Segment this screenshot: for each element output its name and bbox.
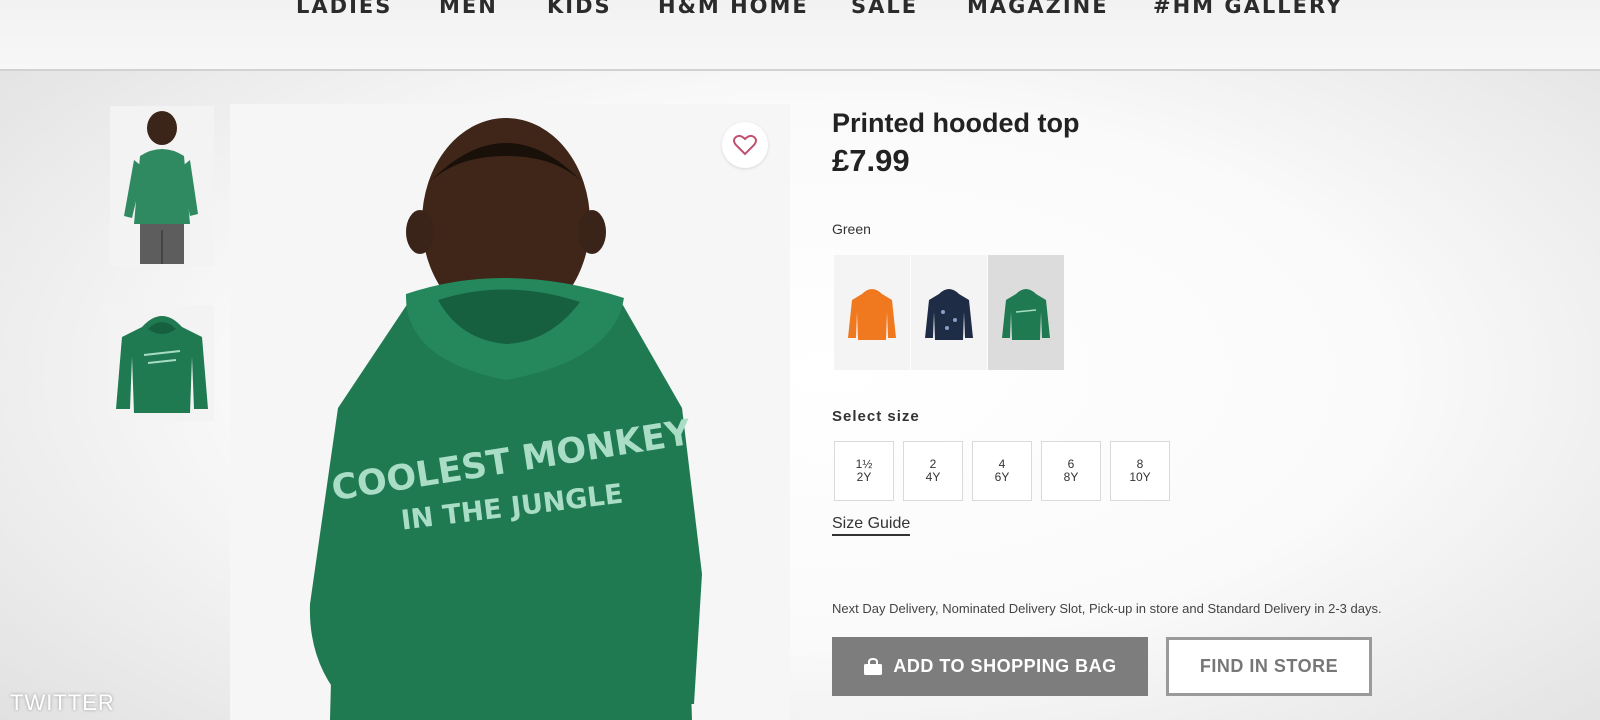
twitter-watermark: TWITTER — [10, 690, 115, 715]
main-product-image[interactable]: COOLEST MONKEY IN THE JUNGLE — [230, 104, 790, 720]
color-swatch-green[interactable] — [988, 255, 1064, 370]
nav-item-hm-gallery[interactable]: #HM GALLERY — [1153, 0, 1343, 18]
green-hoodie-icon — [1002, 288, 1050, 340]
top-navigation: LADIES MEN KIDS H&M HOME SALE MAGAZINE #… — [0, 0, 1600, 71]
shopping-bag-icon — [864, 657, 883, 675]
nav-item-men[interactable]: MEN — [439, 0, 498, 18]
thumbnail-model-image — [110, 106, 214, 266]
selected-color-label: Green — [832, 221, 871, 237]
orange-hoodie-icon — [848, 288, 896, 340]
model-photo: COOLEST MONKEY IN THE JUNGLE — [230, 104, 790, 720]
size-option-range: 10Y — [1129, 470, 1151, 484]
nav-item-ladies[interactable]: LADIES — [296, 0, 392, 18]
find-in-store-label: FIND IN STORE — [1199, 656, 1339, 676]
size-option-range: 4Y — [925, 470, 941, 484]
color-swatch-dark-blue[interactable] — [911, 255, 987, 370]
product-page: LADIES MEN KIDS H&M HOME SALE MAGAZINE #… — [0, 0, 1600, 720]
size-option-range: 6Y — [994, 470, 1010, 484]
select-size-label: Select size — [832, 408, 920, 425]
size-option[interactable]: 1½ 2Y — [834, 441, 894, 501]
size-option-range: 2Y — [856, 470, 872, 484]
add-to-bag-button[interactable]: ADD TO SHOPPING BAG — [832, 637, 1148, 696]
thumbnail-product-image — [110, 305, 214, 421]
size-option-range: 8Y — [1063, 470, 1079, 484]
thumbnail-product[interactable] — [110, 305, 214, 421]
heart-icon — [733, 134, 757, 156]
delivery-info: Next Day Delivery, Nominated Delivery Sl… — [832, 601, 1382, 616]
find-in-store-button[interactable]: FIND IN STORE — [1166, 637, 1372, 696]
size-option[interactable]: 6 8Y — [1041, 441, 1101, 501]
nav-item-sale[interactable]: SALE — [851, 0, 918, 18]
size-option[interactable]: 4 6Y — [972, 441, 1032, 501]
nav-item-magazine[interactable]: MAGAZINE — [967, 0, 1109, 18]
dark-blue-hoodie-icon — [925, 288, 973, 340]
size-guide-link[interactable]: Size Guide — [832, 515, 911, 536]
product-price: £7.99 — [832, 143, 910, 178]
thumbnail-model[interactable] — [110, 106, 214, 266]
size-option[interactable]: 8 10Y — [1110, 441, 1170, 501]
favorite-button[interactable] — [722, 122, 768, 168]
product-title: Printed hooded top — [832, 108, 1080, 138]
size-option[interactable]: 2 4Y — [903, 441, 963, 501]
nav-item-kids[interactable]: KIDS — [547, 0, 612, 18]
color-swatch-orange[interactable] — [834, 255, 910, 370]
nav-item-home[interactable]: H&M HOME — [658, 0, 809, 18]
add-to-bag-label: ADD TO SHOPPING BAG — [893, 656, 1117, 676]
